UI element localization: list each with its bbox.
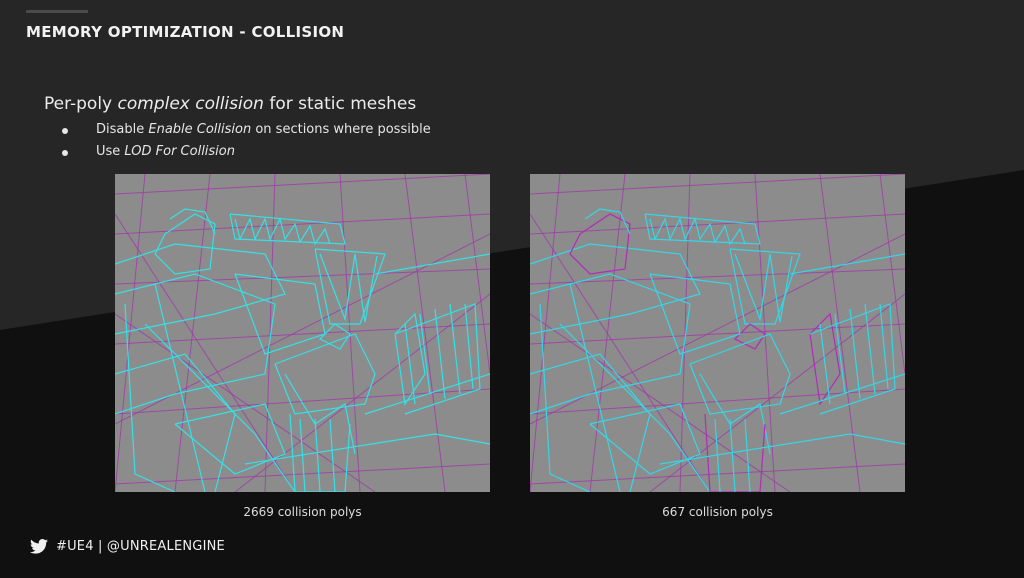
bullet-prefix: Disable bbox=[96, 122, 149, 137]
slide-title: MEMORY OPTIMIZATION - COLLISION bbox=[26, 23, 345, 41]
footer: #UE4 | @UNREALENGINE bbox=[30, 539, 225, 554]
wireframe-drawing bbox=[530, 174, 905, 492]
header-accent-bar bbox=[26, 10, 88, 13]
bullet-italic: LOD For Collision bbox=[124, 144, 235, 159]
bullet-item: Disable Enable Collision on sections whe… bbox=[62, 120, 431, 142]
heading-prefix: Per-poly bbox=[44, 94, 118, 114]
bullet-item: Use LOD For Collision bbox=[62, 142, 431, 164]
collision-wireframe-left bbox=[115, 174, 490, 492]
slide-heading: Per-poly complex collision for static me… bbox=[44, 94, 416, 114]
collision-wireframe-right bbox=[530, 174, 905, 492]
footer-text: #UE4 | @UNREALENGINE bbox=[56, 539, 225, 554]
bullet-prefix: Use bbox=[96, 144, 125, 159]
twitter-bird-icon bbox=[30, 539, 48, 554]
heading-italic: complex collision bbox=[117, 94, 264, 114]
heading-suffix: for static meshes bbox=[263, 94, 417, 114]
bullet-suffix: on sections where possible bbox=[251, 122, 431, 137]
bullet-italic: Enable Collision bbox=[148, 122, 252, 137]
bullet-dot-icon bbox=[62, 128, 68, 134]
bullet-list: Disable Enable Collision on sections whe… bbox=[62, 120, 431, 164]
panel-caption-right: 667 collision polys bbox=[662, 505, 773, 519]
bullet-dot-icon bbox=[62, 150, 68, 156]
wireframe-drawing bbox=[115, 174, 490, 492]
panel-caption-left: 2669 collision polys bbox=[243, 505, 362, 519]
